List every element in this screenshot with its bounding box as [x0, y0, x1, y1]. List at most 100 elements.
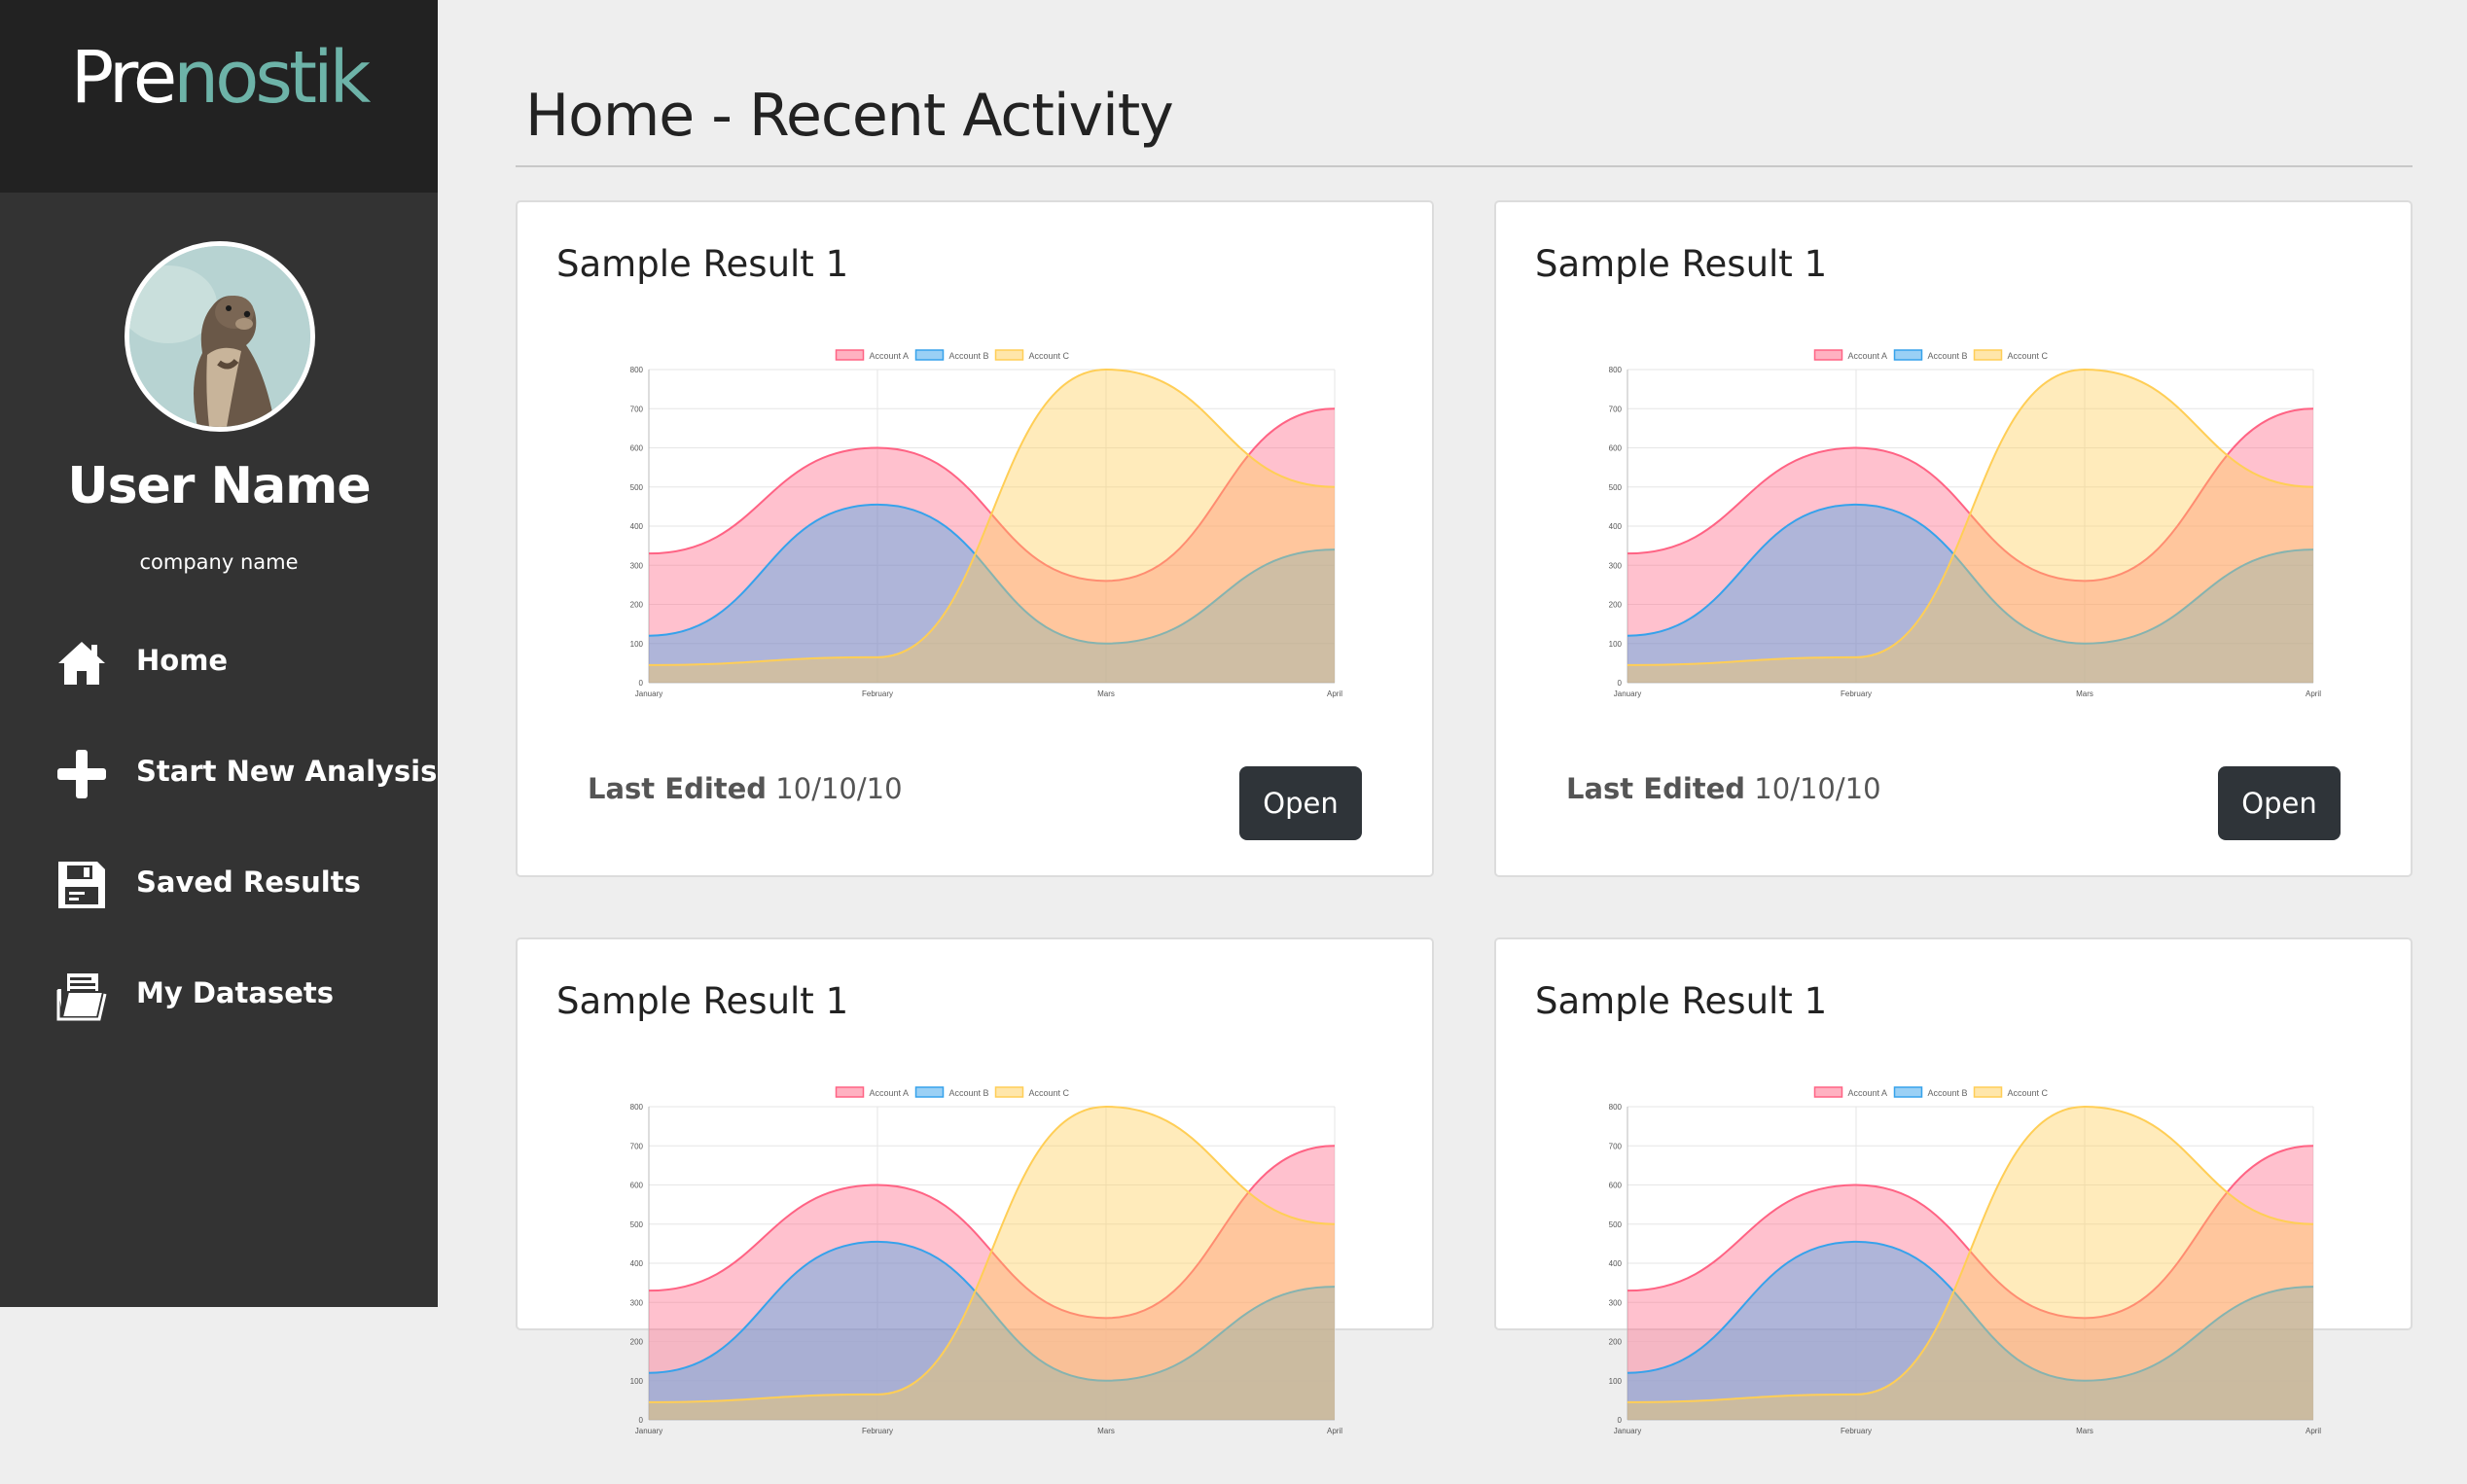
- result-card: Sample Result 1 Account A Account B Accoun…: [516, 937, 1434, 1435]
- x-tick-label: January: [635, 1427, 662, 1435]
- area-chart: Account A Account B Account C 0 100 200 300 400…: [1609, 1086, 2321, 1435]
- nav-label: Home: [136, 644, 229, 677]
- open-button[interactable]: Open: [2218, 766, 2341, 840]
- legend-swatch: [994, 1086, 1024, 1098]
- x-tick-label: April: [1327, 689, 1342, 698]
- brand-logo[interactable]: Prenostik: [0, 0, 438, 193]
- y-tick-label: 0: [1618, 679, 1623, 688]
- y-tick-label: 700: [630, 405, 644, 413]
- x-tick-label: April: [2306, 689, 2321, 698]
- y-tick-label: 700: [1609, 405, 1623, 413]
- y-tick-label: 600: [1609, 444, 1623, 453]
- x-tick-label: February: [862, 689, 893, 698]
- open-button[interactable]: Open: [1239, 766, 1362, 840]
- y-tick-label: 0: [639, 679, 644, 688]
- y-tick-label: 200: [630, 601, 644, 610]
- otter-avatar-image: [129, 246, 310, 427]
- legend-swatch: [914, 349, 945, 361]
- legend-swatch: [1893, 349, 1923, 361]
- company-name: company name: [139, 550, 299, 574]
- page-title: Home - Recent Activity: [525, 82, 1174, 150]
- x-tick-label: January: [1614, 1427, 1641, 1435]
- legend-label: Account C: [1029, 351, 1070, 361]
- x-tick-label: Mars: [1097, 689, 1115, 698]
- y-tick-label: 200: [1609, 601, 1623, 610]
- last-edited-label: Last Edited: [1566, 772, 1746, 805]
- legend-label: Account C: [2008, 1088, 2049, 1098]
- y-tick-label: 100: [1609, 640, 1623, 649]
- sidebar: Prenostik User Name company name Home St…: [0, 0, 438, 1307]
- floppy-disk-icon: [58, 862, 105, 908]
- result-card: Sample Result 1 Account A Account B Accoun…: [516, 200, 1434, 877]
- legend-swatch: [835, 349, 865, 361]
- area-chart: Account A Account B Account C 0 100 200 300 400…: [630, 349, 1342, 698]
- y-tick-label: 100: [1609, 1377, 1623, 1386]
- legend-label: Account B: [949, 1088, 989, 1098]
- user-name: User Name: [67, 457, 371, 515]
- x-tick-label: January: [1614, 689, 1641, 698]
- legend-swatch: [1973, 1086, 2003, 1098]
- x-tick-label: April: [2306, 1427, 2321, 1435]
- y-tick-label: 100: [630, 1377, 644, 1386]
- y-tick-label: 200: [1609, 1338, 1623, 1347]
- legend-label: Account B: [949, 351, 989, 361]
- nav-item-saved-results[interactable]: Saved Results: [54, 856, 424, 914]
- last-edited-date: 10/10/10: [1754, 772, 1881, 805]
- y-tick-label: 700: [1609, 1142, 1623, 1150]
- x-tick-label: February: [1841, 1427, 1872, 1435]
- nav-item-start-new-analysis[interactable]: Start New Analysis: [54, 745, 437, 803]
- x-tick-label: Mars: [1097, 1427, 1115, 1435]
- y-tick-label: 300: [630, 561, 644, 570]
- plus-icon: [57, 750, 106, 798]
- nav-item-my-datasets[interactable]: My Datasets: [54, 967, 424, 1025]
- legend-swatch: [994, 349, 1024, 361]
- y-tick-label: 300: [1609, 561, 1623, 570]
- x-tick-label: Mars: [2076, 689, 2093, 698]
- home-icon: [58, 642, 105, 685]
- y-tick-label: 800: [630, 366, 644, 374]
- avatar[interactable]: [125, 241, 315, 432]
- y-tick-label: 300: [630, 1298, 644, 1307]
- y-tick-label: 200: [630, 1338, 644, 1347]
- last-edited: Last Edited 10/10/10: [588, 772, 903, 805]
- x-tick-label: April: [1327, 1427, 1342, 1435]
- y-tick-label: 300: [1609, 1298, 1623, 1307]
- x-tick-label: February: [862, 1427, 893, 1435]
- result-card: Sample Result 1 Account A Account B Accoun…: [1494, 937, 2413, 1435]
- card-title: Sample Result 1: [1535, 980, 1828, 1022]
- y-tick-label: 800: [630, 1103, 644, 1112]
- area-chart: Account A Account B Account C 0 100 200 300 400…: [1609, 349, 2321, 698]
- y-tick-label: 0: [1618, 1416, 1623, 1425]
- legend-label: Account B: [1928, 351, 1968, 361]
- card-title: Sample Result 1: [1535, 243, 1828, 285]
- y-tick-label: 100: [630, 640, 644, 649]
- last-edited-label: Last Edited: [588, 772, 768, 805]
- y-tick-label: 500: [1609, 1220, 1623, 1229]
- legend-label: Account C: [1029, 1088, 1070, 1098]
- legend-swatch: [835, 1086, 865, 1098]
- area-chart: Account A Account B Account C 0 100 200 300 400…: [630, 1086, 1342, 1435]
- legend-label: Account B: [1928, 1088, 1968, 1098]
- last-edited-date: 10/10/10: [775, 772, 903, 805]
- y-tick-label: 400: [1609, 522, 1623, 531]
- x-tick-label: February: [1841, 689, 1872, 698]
- nav-label: Saved Results: [136, 866, 361, 899]
- card-title: Sample Result 1: [556, 980, 849, 1022]
- y-tick-label: 400: [630, 522, 644, 531]
- y-tick-label: 600: [630, 1182, 644, 1190]
- legend-swatch: [1973, 349, 2003, 361]
- nav-label: My Datasets: [136, 976, 334, 1009]
- y-tick-label: 400: [1609, 1259, 1623, 1268]
- legend-swatch: [1813, 1086, 1843, 1098]
- x-tick-label: Mars: [2076, 1427, 2093, 1435]
- legend-label: Account A: [1848, 1088, 1888, 1098]
- y-tick-label: 0: [639, 1416, 644, 1425]
- legend-swatch: [914, 1086, 945, 1098]
- legend-label: Account C: [2008, 351, 2049, 361]
- y-tick-label: 600: [1609, 1182, 1623, 1190]
- x-tick-label: January: [635, 689, 662, 698]
- y-tick-label: 700: [630, 1142, 644, 1150]
- legend-swatch: [1813, 349, 1843, 361]
- result-card: Sample Result 1 Account A Account B Accoun…: [1494, 200, 2413, 877]
- nav-item-home[interactable]: Home: [54, 634, 424, 692]
